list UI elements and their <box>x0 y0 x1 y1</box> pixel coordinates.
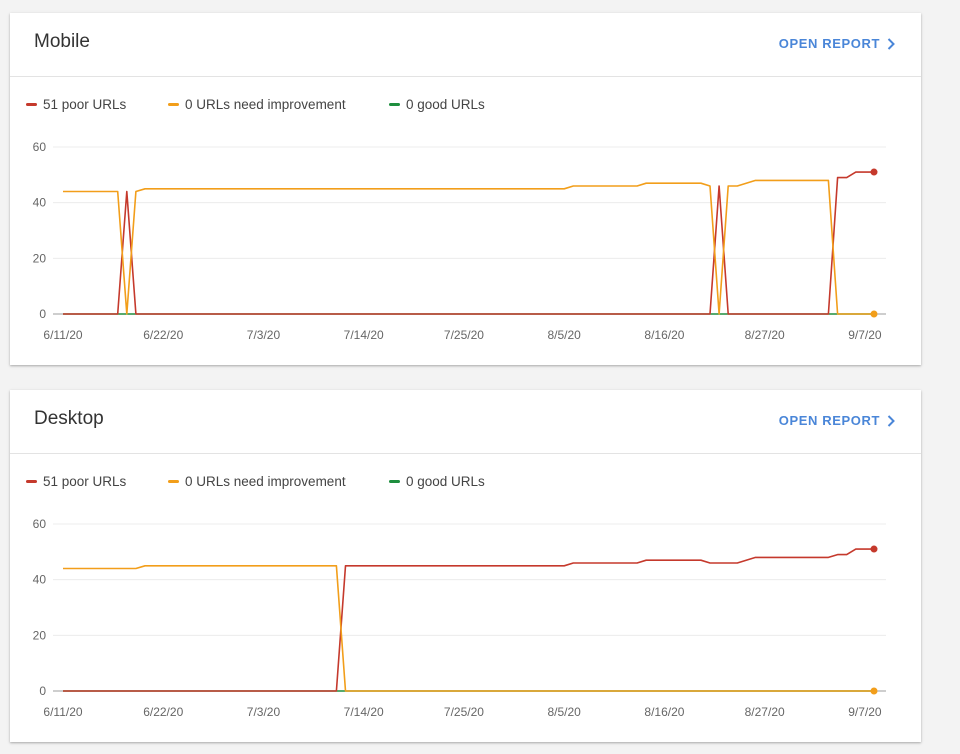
x-tick-label: 8/27/20 <box>745 328 785 342</box>
x-tick-label: 7/25/20 <box>444 705 484 719</box>
legend-label-poor: 51 poor URLs <box>43 97 127 112</box>
good-swatch-icon <box>389 103 400 106</box>
legend-label-poor: 51 poor URLs <box>43 474 127 489</box>
open-report-button[interactable]: OPEN REPORT <box>779 36 895 51</box>
open-report-label: OPEN REPORT <box>778 36 880 51</box>
legend-item-needs-improvement[interactable]: 0 URLs need improvement <box>168 97 346 112</box>
legend-item-good[interactable]: 0 good URLs <box>389 474 485 489</box>
x-tick-label: 6/22/20 <box>143 328 183 342</box>
y-tick-label: 40 <box>33 573 47 587</box>
mobile-chart: 60 40 20 0 6/11/20 6/22/20 7/3/20 7/14/20 7/25/2… <box>33 140 886 342</box>
y-tick-label: 40 <box>33 196 47 210</box>
x-tick-label: 8/16/20 <box>644 328 684 342</box>
mobile-card: Mobile OPEN REPORT 51 poor URLs 0 URLs n… <box>10 13 921 365</box>
x-tick-label: 7/3/20 <box>247 328 281 342</box>
desktop-chart: 60 40 20 0 6/11/20 6/22/20 7/3/20 7/14/20 7/25/2… <box>33 517 886 719</box>
needs-improvement-series-line <box>63 179 874 315</box>
y-tick-label: 60 <box>33 140 47 154</box>
chevron-right-icon <box>887 414 895 427</box>
open-report-label: OPEN REPORT <box>778 413 880 428</box>
x-tick-label: 8/16/20 <box>644 705 684 719</box>
desktop-card: Desktop OPEN REPORT 51 poor URLs 0 URLs … <box>10 390 921 742</box>
poor-swatch-icon <box>26 103 37 106</box>
card-header: Desktop OPEN REPORT <box>10 390 921 454</box>
chevron-right-icon <box>887 37 895 50</box>
card-title: Mobile <box>34 31 90 52</box>
legend-item-needs-improvement[interactable]: 0 URLs need improvement <box>168 474 346 489</box>
x-tick-label: 7/3/20 <box>247 705 281 719</box>
x-tick-label: 9/7/20 <box>848 328 882 342</box>
card-header: Mobile OPEN REPORT <box>10 13 921 77</box>
card-title: Desktop <box>34 408 104 429</box>
legend-item-good[interactable]: 0 good URLs <box>389 97 485 112</box>
needs-improvement-swatch-icon <box>168 103 179 106</box>
y-tick-label: 60 <box>33 517 47 531</box>
legend-label-needs-improvement: 0 URLs need improvement <box>185 97 346 112</box>
x-tick-label: 8/5/20 <box>547 328 581 342</box>
legend-item-poor[interactable]: 51 poor URLs <box>26 474 126 489</box>
y-tick-label: 0 <box>39 307 46 321</box>
x-tick-label: 7/14/20 <box>344 705 384 719</box>
poor-series-line <box>63 171 874 315</box>
good-swatch-icon <box>389 480 400 483</box>
legend-item-poor[interactable]: 51 poor URLs <box>26 97 126 112</box>
y-tick-label: 20 <box>33 251 47 265</box>
x-tick-label: 7/25/20 <box>444 328 484 342</box>
legend-label-good: 0 good URLs <box>406 97 485 112</box>
poor-series-endpoint <box>870 168 878 176</box>
legend-label-good: 0 good URLs <box>406 474 485 489</box>
x-tick-label: 6/11/20 <box>43 705 82 719</box>
y-tick-label: 20 <box>33 628 47 642</box>
y-tick-label: 0 <box>39 684 46 698</box>
x-tick-label: 9/7/20 <box>848 705 882 719</box>
poor-series-endpoint <box>870 545 878 553</box>
x-tick-label: 6/22/20 <box>143 705 183 719</box>
x-tick-label: 6/11/20 <box>43 328 82 342</box>
poor-series-line <box>63 548 874 692</box>
x-tick-label: 7/14/20 <box>344 328 384 342</box>
needs-improvement-series-endpoint <box>870 310 878 318</box>
poor-swatch-icon <box>26 480 37 483</box>
needs-improvement-swatch-icon <box>168 480 179 483</box>
needs-improvement-series-line <box>63 564 874 692</box>
open-report-button[interactable]: OPEN REPORT <box>779 413 895 428</box>
x-tick-label: 8/5/20 <box>547 705 581 719</box>
x-tick-label: 8/27/20 <box>745 705 785 719</box>
legend-label-needs-improvement: 0 URLs need improvement <box>185 474 346 489</box>
needs-improvement-series-endpoint <box>870 687 878 695</box>
